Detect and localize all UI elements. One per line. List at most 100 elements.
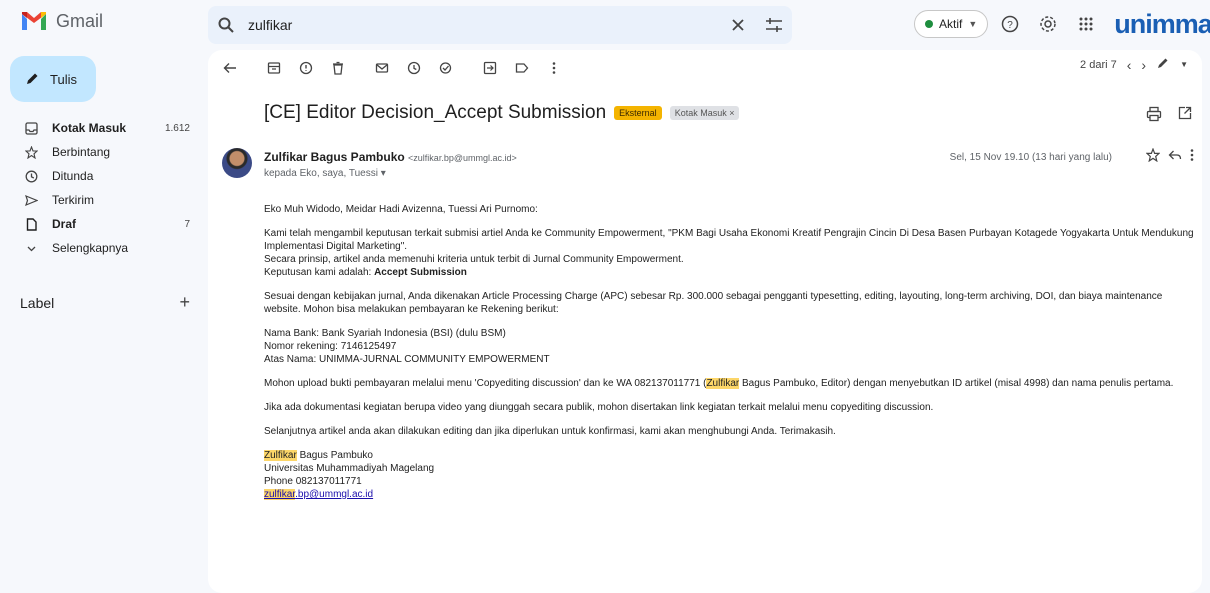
signature-email-link[interactable]: zulfikar.bp@ummgl.ac.id (264, 489, 373, 500)
search-bar (208, 6, 792, 44)
search-input[interactable] (244, 17, 720, 33)
star-icon (24, 145, 38, 159)
search-highlight: Zulfikar (264, 450, 297, 461)
subject-row: [CE] Editor Decision_Accept Submission E… (264, 102, 740, 124)
sender-line: Zulfikar Bagus Pambuko <zulfikar.bp@ummg… (264, 150, 517, 164)
paragraph-upload: Mohon upload bukti pembayaran melalui me… (264, 377, 1194, 390)
delete-icon[interactable] (324, 54, 352, 82)
caret-down-icon: ▼ (968, 19, 978, 29)
upload-text-b: Bagus Pambuko, Editor) dengan menyebutka… (739, 378, 1174, 389)
snooze-icon[interactable] (400, 54, 428, 82)
nav-count: 7 (184, 218, 190, 230)
paragraph-apc: Sesuai dengan kebijakan jurnal, Anda dik… (264, 291, 1163, 315)
nav-item-inbox[interactable]: Kotak Masuk 1.612 (0, 116, 200, 140)
message-toolbar: 2 dari 7 ‹ › ▼ (208, 50, 1202, 86)
message-pane: 2 dari 7 ‹ › ▼ [CE] Editor Decision_Acce… (208, 50, 1202, 593)
inbox-label-chip[interactable]: Kotak Masuk × (669, 106, 740, 120)
signature-name: Bagus Pambuko (296, 450, 373, 461)
pager: 2 dari 7 ‹ › ▼ (1080, 56, 1188, 73)
move-to-icon[interactable] (476, 54, 504, 82)
bank-holder: Atas Nama: UNIMMA-JURNAL COMMUNITY EMPOW… (264, 354, 550, 365)
label-tag-icon[interactable] (508, 54, 536, 82)
email-body: Eko Muh Widodo, Meidar Hadi Avizenna, Tu… (264, 203, 1194, 512)
sender-email: <zulfikar.bp@ummgl.ac.id> (408, 153, 517, 163)
decision-text-2: Secara prinsip, artikel anda memenuhi kr… (264, 254, 684, 265)
print-icon[interactable] (1146, 106, 1162, 127)
compose-button[interactable]: Tulis (10, 56, 96, 102)
mark-unread-icon[interactable] (368, 54, 396, 82)
email-subject: [CE] Editor Decision_Accept Submission (264, 102, 607, 123)
pager-text: 2 dari 7 (1080, 58, 1117, 71)
add-label-icon[interactable]: + (179, 292, 190, 313)
top-right-controls: Aktif ▼ ? unimma M (914, 8, 1210, 40)
paragraph-bank: Nama Bank: Bank Syariah Indonesia (BSI) … (264, 327, 1194, 366)
recipients-toggle[interactable]: kepada Eko, saya, Tuessi ▾ (264, 168, 386, 179)
nav-item-drafts[interactable]: Draf 7 (0, 212, 200, 236)
nav-label: Terkirim (52, 193, 94, 207)
signature-email-rest: .bp@ummgl.ac.id (295, 489, 374, 500)
more-vertical-icon[interactable] (540, 54, 568, 82)
nav-count: 1.612 (164, 122, 190, 134)
paragraph-documentation: Jika ada dokumentasi kegiatan berupa vid… (264, 402, 934, 413)
report-spam-icon[interactable] (292, 54, 320, 82)
gmail-m-icon (22, 12, 46, 30)
reply-icon[interactable] (1168, 148, 1182, 167)
greeting: Eko Muh Widodo, Meidar Hadi Avizenna, Tu… (264, 204, 538, 215)
top-bar: Gmail Aktif ▼ ? unimma M (0, 0, 1210, 50)
nav-item-snoozed[interactable]: Ditunda (0, 164, 200, 188)
bank-name: Nama Bank: Bank Syariah Indonesia (BSI) … (264, 328, 506, 339)
compose-label: Tulis (50, 71, 77, 87)
nav-label: Berbintang (52, 145, 111, 159)
signature: Zulfikar Bagus Pambuko Universitas Muham… (264, 449, 1194, 501)
decision-text-3: Keputusan kami adalah: (264, 267, 375, 278)
more-vertical-icon[interactable] (1190, 148, 1194, 167)
decision-text-1: Kami telah mengambil keputusan terkait s… (264, 228, 1194, 252)
paragraph-decision: Kami telah mengambil keputusan terkait s… (264, 227, 1194, 279)
labels-title: Label (20, 294, 55, 311)
paragraph-closing: Selanjutnya artikel anda akan dilakukan … (264, 426, 836, 437)
caret-down-icon[interactable]: ▼ (1180, 60, 1188, 69)
bank-account: Nomor rekening: 7146125497 (264, 341, 397, 352)
svg-text:?: ? (1007, 20, 1013, 31)
external-badge: Eksternal (614, 106, 662, 120)
message-actions (1145, 147, 1194, 167)
labels-section: Label + (20, 292, 190, 313)
nav-item-more[interactable]: Selengkapnya (0, 236, 200, 260)
signature-phone: Phone 082137011771 (264, 476, 362, 487)
org-logo: unimma (1114, 8, 1210, 39)
decision-value: Accept Submission (374, 267, 467, 278)
send-icon (24, 193, 38, 207)
search-options-icon[interactable] (756, 7, 792, 43)
next-chevron-icon[interactable]: › (1141, 57, 1146, 73)
app-name: Gmail (56, 10, 104, 31)
sender-name[interactable]: Zulfikar Bagus Pambuko (264, 150, 405, 164)
settings-gear-icon[interactable] (1032, 8, 1064, 40)
draft-icon (24, 217, 38, 231)
search-highlight: Zulfikar (706, 378, 740, 389)
prev-chevron-icon[interactable]: ‹ (1127, 57, 1132, 73)
clock-icon (24, 169, 38, 183)
status-selector[interactable]: Aktif ▼ (914, 10, 989, 38)
star-icon[interactable] (1145, 147, 1161, 167)
add-task-icon[interactable] (432, 54, 460, 82)
upload-text-a: Mohon upload bukti pembayaran melalui me… (264, 378, 707, 389)
input-tools-pen-icon[interactable] (1156, 56, 1170, 73)
pencil-icon (27, 73, 38, 84)
nav-label: Selengkapnya (52, 241, 129, 255)
sender-avatar[interactable] (222, 148, 252, 178)
clear-search-icon[interactable] (720, 7, 756, 43)
gmail-logo[interactable]: Gmail (20, 10, 103, 32)
apps-grid-icon[interactable] (1070, 8, 1102, 40)
back-arrow-icon[interactable] (216, 54, 244, 82)
signature-org: Universitas Muhammadiyah Magelang (264, 463, 435, 474)
active-dot-icon (925, 20, 933, 28)
nav-item-starred[interactable]: Berbintang (0, 140, 200, 164)
nav-label: Ditunda (52, 169, 94, 183)
chevron-down-icon (24, 241, 38, 255)
archive-icon[interactable] (260, 54, 288, 82)
help-icon[interactable]: ? (994, 8, 1026, 40)
search-icon[interactable] (208, 7, 244, 43)
open-new-window-icon[interactable] (1178, 106, 1192, 125)
nav-item-sent[interactable]: Terkirim (0, 188, 200, 212)
email-date: Sel, 15 Nov 19.10 (13 hari yang lalu) (949, 152, 1112, 163)
